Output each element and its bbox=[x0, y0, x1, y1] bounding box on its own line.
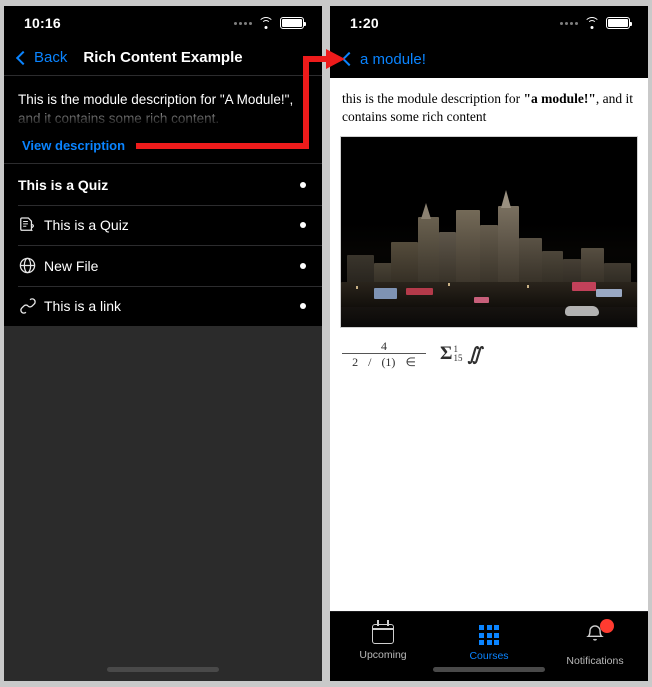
view-description-link[interactable]: View description bbox=[22, 138, 308, 153]
status-indicators bbox=[560, 17, 632, 29]
fraction-expression: 4 2 / (1) ∈ bbox=[342, 340, 426, 368]
list-item-label: New File bbox=[44, 257, 99, 274]
home-indicator[interactable] bbox=[433, 667, 545, 672]
denominator-part: 2 bbox=[352, 355, 359, 370]
status-time: 10:16 bbox=[24, 15, 61, 31]
list-item-label: This is a Quiz bbox=[18, 176, 109, 193]
tab-label: Courses bbox=[469, 650, 509, 662]
tab-bar-right: Upcoming Courses Notifications bbox=[330, 611, 648, 681]
phone-screen-left: 10:16 Back Rich Content Example This is … bbox=[4, 6, 322, 681]
denominator-part: / bbox=[368, 355, 372, 370]
rc-text-before: this is the module description for bbox=[342, 91, 524, 106]
signal-dots-icon bbox=[234, 21, 252, 25]
battery-icon bbox=[606, 17, 632, 29]
tab-upcoming[interactable]: Upcoming bbox=[330, 620, 436, 661]
calendar-icon bbox=[372, 620, 394, 644]
empty-area bbox=[4, 326, 322, 681]
math-formula: 4 2 / (1) ∈ Σ 1 15 ∬ bbox=[330, 328, 648, 368]
chevron-left-icon bbox=[15, 50, 31, 65]
nav-bar-right: a module! bbox=[330, 40, 648, 78]
battery-icon bbox=[280, 17, 306, 29]
rich-content-paragraph: this is the module description for "a mo… bbox=[330, 78, 648, 126]
dot-indicator bbox=[300, 303, 306, 310]
status-bar-left: 10:16 bbox=[4, 6, 322, 40]
sigma-symbol: Σ bbox=[440, 343, 453, 365]
tab-notifications[interactable]: Notifications bbox=[542, 619, 648, 667]
sigma-limits: 1 15 bbox=[453, 344, 463, 364]
photo-car bbox=[564, 306, 599, 317]
dot-indicator bbox=[300, 262, 306, 269]
rich-content-image-wrapper bbox=[330, 126, 648, 329]
wifi-icon bbox=[258, 17, 274, 29]
back-button-label: Back bbox=[34, 49, 68, 66]
fraction-denominator: 2 / (1) ∈ bbox=[352, 354, 416, 368]
tab-courses[interactable]: Courses bbox=[436, 621, 542, 662]
status-indicators bbox=[234, 17, 306, 29]
wifi-icon bbox=[584, 17, 600, 29]
list-item-label: This is a link bbox=[44, 298, 122, 315]
sigma-subscript: 15 bbox=[453, 353, 463, 364]
fraction-numerator: 4 bbox=[381, 339, 387, 354]
double-integral-symbol: ∬ bbox=[467, 343, 482, 364]
list-item[interactable]: This is a Quiz bbox=[4, 164, 322, 205]
list-item-label: This is a Quiz bbox=[44, 217, 129, 234]
grid-courses-icon bbox=[479, 625, 499, 645]
tab-label: Upcoming bbox=[359, 649, 407, 661]
tab-label: Notifications bbox=[566, 655, 624, 667]
phone-screen-right: 1:20 a module! this is the module descri… bbox=[330, 6, 648, 681]
sigma-expression: Σ 1 15 ∬ bbox=[440, 343, 482, 365]
module-description-line2: and it contains some rich content. bbox=[18, 111, 220, 127]
list-item[interactable]: New File bbox=[4, 245, 322, 286]
bell-icon-wrapper bbox=[584, 619, 614, 650]
module-description-line1: This is the module description for "A Mo… bbox=[18, 92, 294, 107]
status-bar-right: 1:20 bbox=[330, 6, 648, 40]
left-content-body: This is the module description for "A Mo… bbox=[4, 76, 322, 681]
quiz-icon bbox=[18, 216, 44, 235]
chevron-left-icon bbox=[341, 51, 357, 67]
list-item[interactable]: This is a Quiz bbox=[4, 204, 322, 246]
globe-icon bbox=[18, 256, 44, 275]
module-items-list: This is a Quiz This is a Quiz New File T… bbox=[4, 164, 322, 327]
rich-content-body: this is the module description for "a mo… bbox=[330, 78, 648, 611]
nav-bar-left: Back Rich Content Example bbox=[4, 40, 322, 76]
back-button[interactable]: Back bbox=[15, 49, 68, 66]
rc-text-bold: "a module!" bbox=[523, 91, 596, 106]
list-item[interactable]: This is a link bbox=[4, 285, 322, 327]
back-button[interactable]: a module! bbox=[341, 50, 426, 68]
dot-indicator bbox=[300, 181, 306, 188]
back-button-label: a module! bbox=[360, 50, 426, 68]
dot-indicator bbox=[300, 222, 306, 229]
home-indicator[interactable] bbox=[107, 667, 219, 672]
denominator-part: (1) bbox=[381, 355, 396, 370]
link-icon bbox=[18, 296, 44, 316]
night-cityscape-photo bbox=[340, 136, 638, 329]
signal-dots-icon bbox=[560, 21, 578, 25]
denominator-part: ∈ bbox=[405, 355, 416, 370]
screenshot-stage: 10:16 Back Rich Content Example This is … bbox=[0, 0, 652, 687]
notification-badge bbox=[600, 619, 614, 633]
module-description-block: This is the module description for "A Mo… bbox=[4, 76, 322, 164]
status-time: 1:20 bbox=[350, 15, 379, 31]
